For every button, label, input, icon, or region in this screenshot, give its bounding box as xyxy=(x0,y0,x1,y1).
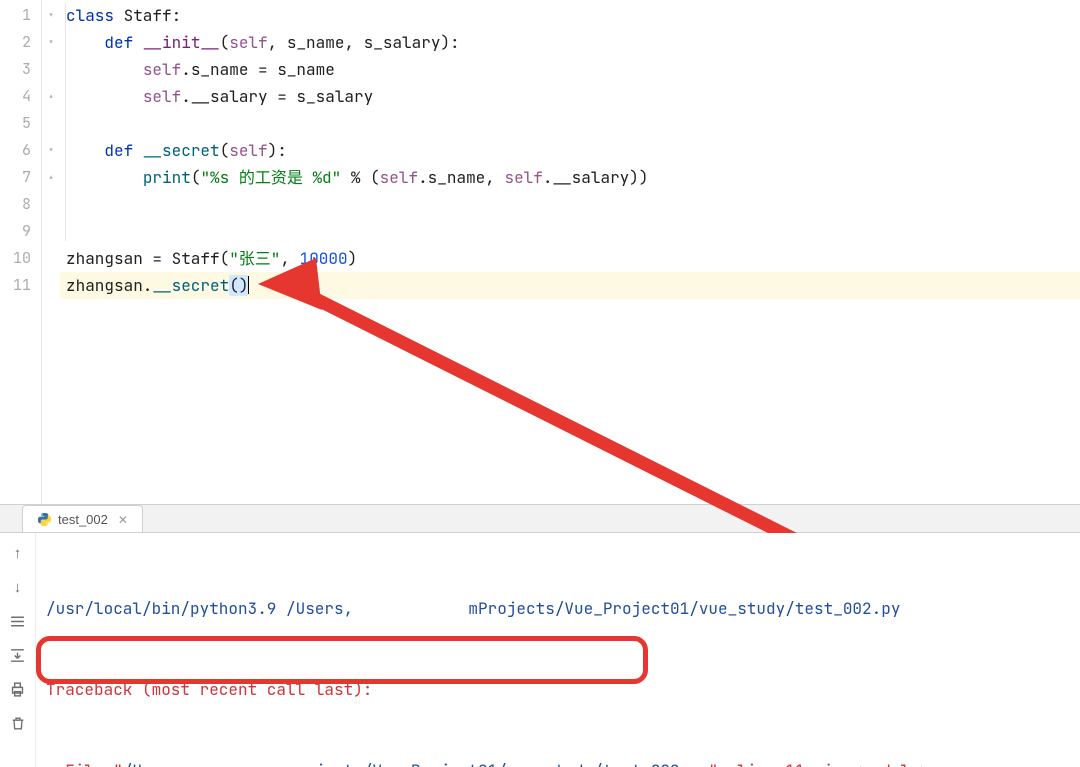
fold-toggle-icon[interactable]: ▾ xyxy=(42,29,60,56)
console-output[interactable]: /usr/local/bin/python3.9 /Users, mProjec… xyxy=(36,533,1080,767)
fold-column: ▾ ▾ ▴ ▾ ▴ xyxy=(42,0,60,504)
line-number: 6 xyxy=(0,137,41,164)
text-cursor xyxy=(248,276,249,294)
print-icon[interactable] xyxy=(8,679,28,699)
line-number: 11 xyxy=(0,272,41,299)
line-number: 10 xyxy=(0,245,41,272)
fold-toggle-icon[interactable]: ▾ xyxy=(42,2,60,29)
run-tab[interactable]: test_002 ✕ xyxy=(22,505,143,532)
code-editor[interactable]: 1 2 3 4 5 6 7 8 9 10 11 ▾ ▾ ▴ ▾ ▴ class … xyxy=(0,0,1080,505)
line-number: 5 xyxy=(0,110,41,137)
fold-end-icon: ▴ xyxy=(42,164,60,191)
run-tabs-row: test_002 ✕ xyxy=(0,505,1080,533)
line-number: 2 xyxy=(0,29,41,56)
line-number: 4 xyxy=(0,83,41,110)
trash-icon[interactable] xyxy=(8,713,28,733)
python-icon xyxy=(37,512,52,527)
line-number: 9 xyxy=(0,218,41,245)
close-icon[interactable]: ✕ xyxy=(118,513,128,527)
fold-end-icon: ▴ xyxy=(42,83,60,110)
fold-toggle-icon[interactable]: ▾ xyxy=(42,137,60,164)
run-tool-window: ↑ ↓ /usr/local/bin/python3.9 /Users, mPr… xyxy=(0,533,1080,767)
indent-guide xyxy=(65,3,66,241)
ide-window: 1 2 3 4 5 6 7 8 9 10 11 ▾ ▾ ▴ ▾ ▴ class … xyxy=(0,0,1080,767)
run-tab-label: test_002 xyxy=(58,512,108,527)
soft-wrap-icon[interactable] xyxy=(8,611,28,631)
down-arrow-icon[interactable]: ↓ xyxy=(8,577,28,597)
line-number: 7 xyxy=(0,164,41,191)
line-number: 1 xyxy=(0,2,41,29)
up-arrow-icon[interactable]: ↑ xyxy=(8,543,28,563)
line-number: 8 xyxy=(0,191,41,218)
line-number: 3 xyxy=(0,56,41,83)
console-toolbar: ↑ ↓ xyxy=(0,533,36,767)
code-area[interactable]: class Staff: def __init__(self, s_name, … xyxy=(60,0,1080,504)
line-number-gutter: 1 2 3 4 5 6 7 8 9 10 11 xyxy=(0,0,42,504)
current-line[interactable]: zhangsan.__secret() xyxy=(60,272,1080,299)
scroll-to-end-icon[interactable] xyxy=(8,645,28,665)
